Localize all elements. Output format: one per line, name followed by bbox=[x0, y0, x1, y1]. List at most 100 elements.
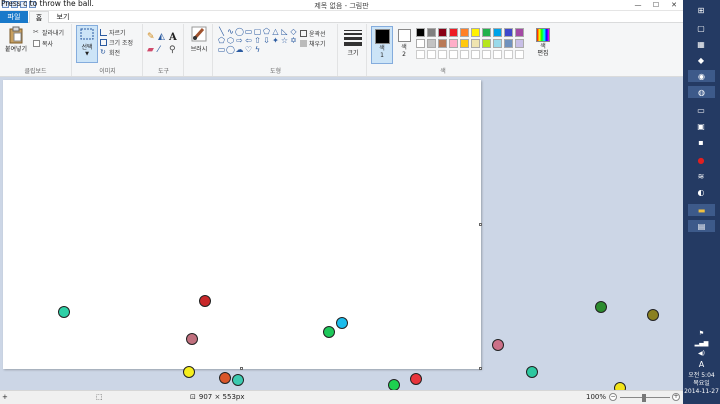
start-icon[interactable]: ⊞ bbox=[692, 4, 710, 16]
zoom-in-button[interactable]: + bbox=[672, 393, 680, 401]
custom-color-slot[interactable] bbox=[416, 50, 425, 59]
right-arrow-shape-icon[interactable]: ⇨ bbox=[235, 36, 244, 45]
app-icon-1[interactable]: ◆ bbox=[692, 54, 710, 66]
fill-bucket-icon[interactable]: ◭ bbox=[158, 32, 169, 45]
callout-cloud-shape-icon[interactable]: ☁ bbox=[235, 45, 244, 54]
close-button[interactable]: ✕ bbox=[665, 0, 683, 11]
custom-color-slot[interactable] bbox=[427, 50, 436, 59]
four-star-shape-icon[interactable]: ✦ bbox=[271, 36, 280, 45]
custom-color-slot[interactable] bbox=[493, 50, 502, 59]
magnifier-icon[interactable]: ⚲ bbox=[169, 45, 180, 58]
color2-button[interactable]: 색 2 bbox=[395, 26, 413, 58]
size-button[interactable]: 크기 bbox=[342, 28, 364, 57]
computer-icon[interactable]: ▭ bbox=[692, 104, 710, 116]
custom-color-slot[interactable] bbox=[504, 50, 513, 59]
palette-swatch[interactable] bbox=[504, 39, 513, 48]
outline-button[interactable]: 윤곽선 bbox=[300, 29, 326, 38]
palette-swatch[interactable] bbox=[427, 28, 436, 37]
polygon-shape-icon[interactable]: ⬠ bbox=[262, 27, 271, 36]
oval-shape-icon[interactable]: ◯ bbox=[235, 27, 244, 36]
folder-icon[interactable]: ▬ bbox=[688, 204, 715, 216]
clock[interactable]: 오전 5:04 목요일 2014-11-27 bbox=[683, 372, 720, 396]
select-button[interactable]: 선택 ▼ bbox=[76, 25, 98, 63]
palette-swatch[interactable] bbox=[482, 28, 491, 37]
palette-swatch[interactable] bbox=[449, 28, 458, 37]
line-shape-icon[interactable]: ╲ bbox=[217, 27, 226, 36]
up-arrow-shape-icon[interactable]: ⇧ bbox=[253, 36, 262, 45]
palette-swatch[interactable] bbox=[504, 28, 513, 37]
cut-button[interactable]: ✂ 잘라내기 bbox=[33, 28, 64, 38]
palette-swatch[interactable] bbox=[449, 39, 458, 48]
six-star-shape-icon[interactable]: ✡ bbox=[289, 36, 298, 45]
palette-swatch[interactable] bbox=[427, 39, 436, 48]
callout-oval-shape-icon[interactable]: ◯ bbox=[226, 45, 235, 54]
edit-colors-button[interactable]: 색 편집 bbox=[532, 26, 554, 57]
palette-swatch[interactable] bbox=[515, 39, 524, 48]
volume-icon[interactable]: ◀) bbox=[683, 350, 720, 357]
taskview-icon[interactable]: ▦ bbox=[692, 38, 710, 50]
palette-swatch[interactable] bbox=[416, 39, 425, 48]
zoom-out-button[interactable]: − bbox=[609, 393, 617, 401]
crop-button[interactable]: 자르기 bbox=[100, 28, 126, 37]
app-icon-3[interactable]: ▪ bbox=[692, 136, 710, 148]
heart-shape-icon[interactable]: ♡ bbox=[244, 45, 253, 54]
palette-swatch[interactable] bbox=[493, 28, 502, 37]
app-icon-4[interactable]: ≋ bbox=[692, 170, 710, 182]
palette-swatch[interactable] bbox=[471, 39, 480, 48]
custom-color-slot[interactable] bbox=[482, 50, 491, 59]
network-icon[interactable]: ▂▄▆ bbox=[683, 340, 720, 347]
copy-button[interactable]: 복사 bbox=[33, 39, 53, 48]
rounded-rect-shape-icon[interactable]: ▢ bbox=[253, 27, 262, 36]
text-icon[interactable]: A bbox=[169, 32, 180, 45]
lightning-shape-icon[interactable]: ϟ bbox=[253, 45, 262, 54]
palette-swatch[interactable] bbox=[460, 28, 469, 37]
five-star-shape-icon[interactable]: ☆ bbox=[280, 36, 289, 45]
palette-swatch[interactable] bbox=[515, 28, 524, 37]
app-icon-5[interactable]: ◐ bbox=[692, 186, 710, 198]
tab-view[interactable]: 보기 bbox=[52, 11, 74, 23]
tab-file[interactable]: 파일 bbox=[0, 11, 28, 23]
resize-handle-bottom[interactable] bbox=[240, 367, 243, 370]
app-icon-2[interactable]: ▣ bbox=[692, 120, 710, 132]
tab-home[interactable]: 홈 bbox=[29, 11, 49, 23]
palette-swatch[interactable] bbox=[438, 39, 447, 48]
rectangle-shape-icon[interactable]: ▭ bbox=[244, 27, 253, 36]
palette-swatch[interactable] bbox=[438, 28, 447, 37]
minimize-button[interactable]: — bbox=[629, 0, 647, 11]
down-arrow-shape-icon[interactable]: ⇩ bbox=[262, 36, 271, 45]
app-icon-6[interactable]: ▤ bbox=[688, 220, 715, 232]
pencil-icon[interactable]: ✎ bbox=[147, 32, 158, 45]
record-icon[interactable]: ● bbox=[692, 154, 710, 166]
search-icon[interactable]: ▢ bbox=[692, 22, 710, 34]
custom-color-slot[interactable] bbox=[471, 50, 480, 59]
fill-button[interactable]: 채우기 bbox=[300, 39, 326, 48]
zoom-slider-thumb[interactable] bbox=[642, 394, 646, 402]
left-arrow-shape-icon[interactable]: ⇦ bbox=[244, 36, 253, 45]
ime-indicator-icon[interactable]: A bbox=[683, 360, 720, 369]
curve-shape-icon[interactable]: ∿ bbox=[226, 27, 235, 36]
eraser-icon[interactable]: ▰ bbox=[147, 45, 158, 58]
callout-rect-shape-icon[interactable]: ▭ bbox=[217, 45, 226, 54]
palette-swatch[interactable] bbox=[471, 28, 480, 37]
paste-button[interactable]: 붙여넣기 bbox=[2, 26, 30, 53]
palette-swatch[interactable] bbox=[493, 39, 502, 48]
hexagon-shape-icon[interactable]: ⬡ bbox=[226, 36, 235, 45]
color-picker-icon[interactable]: ⁄ bbox=[158, 45, 169, 58]
rotate-button[interactable]: ↻ 회전 bbox=[100, 48, 120, 58]
custom-color-slot[interactable] bbox=[438, 50, 447, 59]
palette-swatch[interactable] bbox=[460, 39, 469, 48]
tray-flag-icon[interactable]: ⚑ bbox=[683, 330, 720, 337]
palette-swatch[interactable] bbox=[416, 28, 425, 37]
color1-button[interactable]: 색 1 bbox=[371, 26, 393, 64]
drawing-canvas[interactable] bbox=[3, 80, 482, 370]
custom-color-slot[interactable] bbox=[515, 50, 524, 59]
pentagon-shape-icon[interactable]: ⬠ bbox=[217, 36, 226, 45]
triangle-shape-icon[interactable]: △ bbox=[271, 27, 280, 36]
paint-taskbar-icon[interactable]: ◍ bbox=[688, 86, 715, 98]
maximize-button[interactable]: ☐ bbox=[647, 0, 665, 11]
resize-handle-corner[interactable] bbox=[479, 367, 482, 370]
custom-color-slot[interactable] bbox=[449, 50, 458, 59]
brushes-button[interactable]: 브러시 bbox=[187, 26, 211, 53]
right-triangle-shape-icon[interactable]: ◺ bbox=[280, 27, 289, 36]
diamond-shape-icon[interactable]: ◇ bbox=[289, 27, 298, 36]
